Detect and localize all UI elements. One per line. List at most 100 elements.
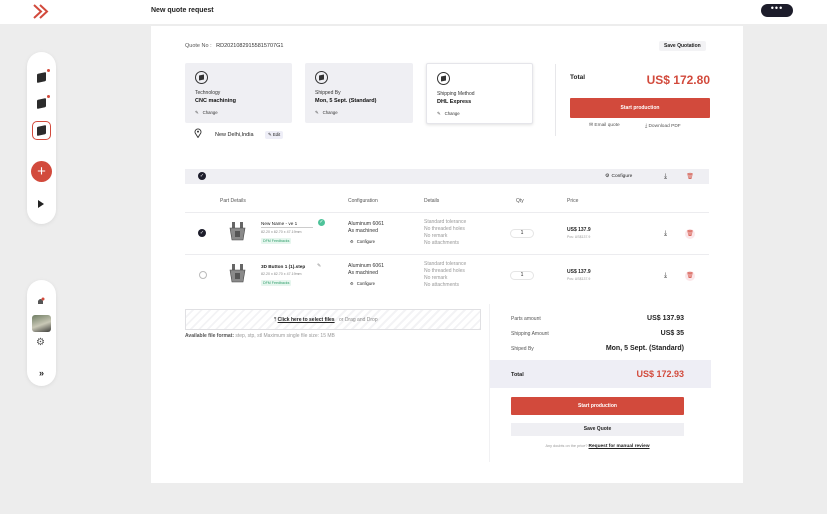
avatar[interactable]	[32, 315, 51, 332]
row-checkbox[interactable]	[199, 271, 207, 279]
gear-icon: ⚙	[605, 173, 610, 179]
part-name-input[interactable]: New Name - ve 1	[261, 221, 313, 228]
change-label: Change	[444, 111, 460, 116]
row-divider	[185, 212, 709, 213]
parts-amount-label: Parts amount	[511, 316, 541, 322]
technology-card[interactable]: Technology CNC machining ✎ Change	[185, 63, 292, 123]
part-thumbnail	[229, 222, 246, 241]
configure-label: Configure	[356, 281, 375, 286]
download-icon[interactable]: ⤓	[664, 173, 671, 180]
shipped-by-card[interactable]: Shipped By Mon, 5 Sept. (Standard) ✎ Chan…	[305, 63, 413, 123]
configure-part-button[interactable]: ⚙ Configure	[350, 281, 375, 286]
detail-attachments: No attachments	[424, 282, 460, 288]
email-quote-link[interactable]: ✉ Email quote	[589, 123, 620, 128]
change-label: Change	[202, 110, 218, 115]
col-part-details: Part Details	[220, 198, 246, 204]
file-format-text: step, stp, stl Maximum single file size:…	[235, 333, 335, 339]
quote-number-value: RD20210829155815707G1	[216, 43, 284, 49]
shipped-by-change-link[interactable]: ✎ Change	[315, 110, 338, 116]
download-icon[interactable]: ⤓	[664, 230, 671, 237]
trash-icon[interactable]: 🗑	[685, 172, 695, 182]
qty-value: 1	[520, 230, 524, 236]
quantity-stepper[interactable]: 1	[510, 229, 534, 238]
email-quote-label: Email quote	[594, 123, 620, 128]
mail-icon: ✉	[589, 123, 594, 128]
sidebar-item-part-2[interactable]	[32, 94, 51, 113]
part-price: US$ 137.9	[567, 269, 591, 275]
part-thumbnail	[229, 264, 246, 283]
pencil-icon: ✎	[315, 110, 319, 115]
sidebar-item-part-3[interactable]	[32, 121, 51, 140]
save-quotation-button[interactable]: Save Quotation	[659, 41, 706, 51]
pencil-icon: ✎	[268, 132, 272, 137]
configure-part-button[interactable]: ⚙ Configure	[350, 239, 375, 244]
download-pdf-link[interactable]: ⤓ Download PDF	[645, 123, 681, 129]
location-edit-button[interactable]: ✎ Edit	[265, 131, 284, 139]
row-divider	[185, 254, 709, 255]
technology-change-link[interactable]: ✎ Change	[195, 110, 218, 116]
part-price: US$ 137.9	[567, 227, 591, 233]
col-configuration: Configuration	[348, 198, 378, 204]
change-label: Change	[322, 110, 338, 115]
total-label: Total	[570, 74, 586, 81]
notification-dot	[47, 95, 50, 98]
configure-label: Configure	[611, 174, 633, 179]
gear-icon: ⚙	[350, 281, 354, 286]
expand-sidebar-icon[interactable]: »	[27, 368, 56, 378]
configure-all-button[interactable]: ⚙ Configure	[605, 173, 632, 179]
select-all-checkbox[interactable]: ✓	[198, 172, 206, 180]
finish-value: As machined	[348, 228, 378, 234]
manual-review-link[interactable]: Request for manual review	[589, 444, 650, 449]
sidebar-account: ⚙ »	[27, 280, 56, 386]
part-dimensions: 82.20 x 82.70 x 47.19mm	[261, 272, 302, 276]
col-price: Price	[567, 198, 579, 204]
delete-part-button[interactable]: 🗑	[685, 229, 695, 239]
pencil-icon[interactable]: ✎	[317, 263, 321, 269]
shipping-method-card[interactable]: Shipping Method DHL Express ✎ Change	[426, 63, 533, 124]
material-value: Aluminum 6061	[348, 221, 385, 227]
row-checkbox[interactable]: ✓	[198, 229, 206, 237]
start-production-button[interactable]: Start production	[570, 98, 710, 118]
chat-bubble-icon[interactable]: •••	[761, 4, 793, 17]
gear-icon[interactable]: ⚙	[36, 337, 45, 348]
bell-icon[interactable]	[36, 297, 45, 306]
shipping-method-change-link[interactable]: ✎ Change	[437, 111, 460, 117]
dfm-feedback-tag[interactable]: DFM Feedbacks	[261, 238, 292, 244]
gear-icon: ⚙	[350, 239, 354, 244]
top-bar: New quote request •••	[0, 0, 827, 24]
order-summary: Parts amount US$ 137.93 Shipping Amount …	[489, 304, 711, 462]
shipped-by-row: Shiped By Mon, 5 Sept. (Standard)	[511, 345, 684, 352]
save-quote-button[interactable]: Save Quote	[511, 423, 684, 436]
select-files-link[interactable]: Click here to select files	[278, 317, 335, 323]
add-part-button[interactable]: +	[31, 161, 52, 182]
technology-value: CNC machining	[195, 98, 236, 104]
pencil-icon: ✎	[437, 111, 441, 116]
box-icon	[315, 71, 328, 84]
summary-total-band: Total US$ 172.93	[490, 360, 711, 388]
shipped-by-value: Mon, 5 Sept. (Standard)	[605, 345, 684, 352]
part-name: 3D Button 1 (1).step	[261, 264, 306, 269]
divider	[555, 64, 556, 136]
qty-value: 1	[520, 272, 524, 278]
location-pin-icon	[194, 128, 202, 138]
delete-part-button[interactable]: 🗑	[685, 271, 695, 281]
file-format-note: Available file format: step, stp, stl Ma…	[185, 333, 335, 339]
col-qty: Qty	[516, 198, 524, 204]
truck-icon	[437, 72, 450, 85]
shipped-by-label: Shipped By	[315, 90, 341, 96]
upload-icon: ⤒	[274, 317, 277, 323]
quantity-stepper[interactable]: 1	[510, 271, 534, 280]
logo-icon[interactable]	[33, 4, 50, 19]
sidebar-item-part-1[interactable]	[32, 68, 51, 87]
dfm-feedback-tag[interactable]: DFM Feedbacks	[261, 280, 292, 286]
part-icon	[37, 125, 46, 136]
file-upload-dropzone[interactable]: ⤒ Click here to select files or Drag and…	[185, 309, 481, 330]
pencil-icon: ✎	[195, 110, 199, 115]
shipping-method-value: DHL Express	[437, 99, 472, 105]
download-icon[interactable]: ⤓	[664, 272, 671, 279]
play-icon[interactable]	[38, 200, 44, 208]
sidebar-nav: +	[27, 52, 56, 224]
detail-attachments: No attachments	[424, 240, 460, 246]
start-production-button[interactable]: Start production	[511, 397, 684, 415]
quote-number: Quote No : RD20210829155815707G1	[185, 43, 283, 49]
